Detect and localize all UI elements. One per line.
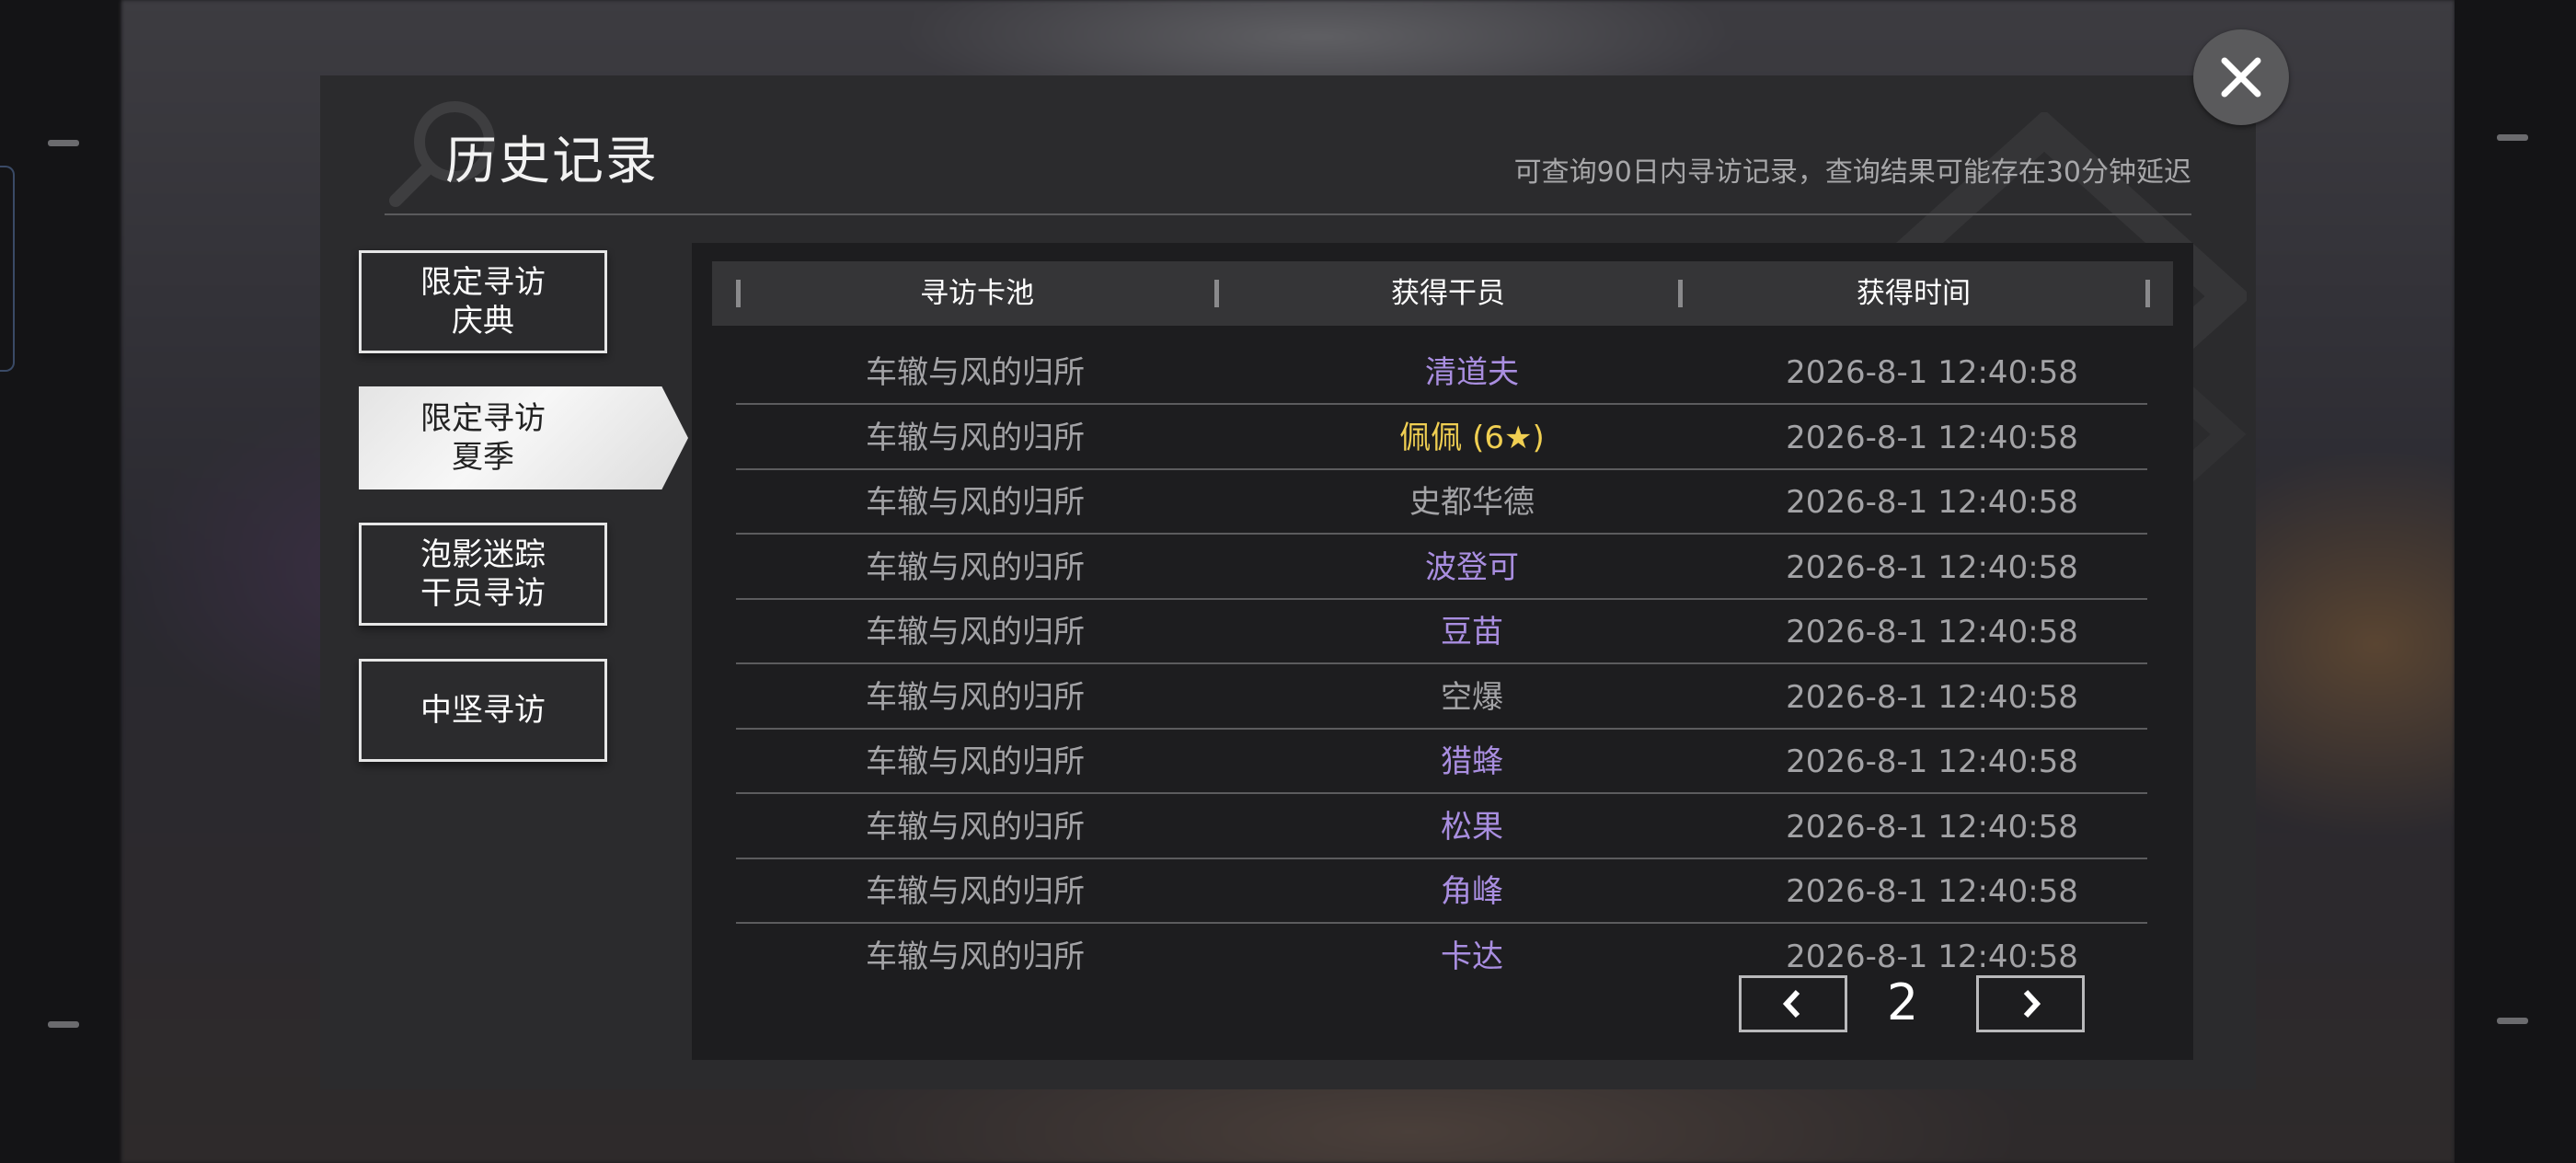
dialog-title: 历史记录 — [445, 132, 659, 191]
next-page-button[interactable] — [1976, 975, 2085, 1032]
table-row: 车辙与风的归所 波登可 2026-8-1 12:40:58 — [736, 535, 2147, 600]
chevron-left-icon — [1782, 989, 1800, 1019]
chevron-right-icon — [2023, 989, 2041, 1019]
cell-operator: 清道夫 — [1425, 354, 1519, 391]
cell-pool: 车辙与风的归所 — [866, 938, 1085, 975]
left-edge-notch — [0, 166, 15, 372]
table-row: 车辙与风的归所 松果 2026-8-1 12:40:58 — [736, 795, 2147, 859]
table-row: 车辙与风的归所 清道夫 2026-8-1 12:40:58 — [736, 340, 2147, 405]
cell-pool: 车辙与风的归所 — [866, 678, 1085, 716]
records-panel: 寻访卡池 获得干员 获得时间 车辙与风的归所 清道夫 2026-8-1 12:40:… — [692, 243, 2193, 1060]
cell-time: 2026-8-1 12:40:58 — [1786, 808, 2078, 846]
table-row: 车辙与风的归所 史都华德 2026-8-1 12:40:58 — [736, 470, 2147, 535]
tab-label: 限定寻访 — [420, 264, 546, 301]
tab-label: 泡影迷踪 — [420, 536, 546, 573]
cell-pool: 车辙与风的归所 — [866, 548, 1085, 586]
cell-operator: 卡达 — [1441, 938, 1503, 975]
table-header: 寻访卡池 获得干员 获得时间 — [712, 261, 2173, 326]
header-operator: 获得干员 — [1391, 277, 1505, 310]
table-row: 车辙与风的归所 空爆 2026-8-1 12:40:58 — [736, 665, 2147, 730]
cell-operator: 史都华德 — [1409, 484, 1535, 521]
cell-operator: 豆苗 — [1441, 614, 1503, 651]
tab-label: 夏季 — [452, 439, 514, 476]
cell-operator: 松果 — [1441, 808, 1503, 846]
tab-label: 限定寻访 — [420, 400, 546, 437]
cell-time: 2026-8-1 12:40:58 — [1786, 678, 2078, 716]
cell-operator: 空爆 — [1441, 678, 1503, 716]
header-pool: 寻访卡池 — [920, 277, 1034, 310]
tab-limited-celebration[interactable]: 限定寻访 庆典 — [359, 250, 607, 353]
edge-tick — [2497, 1018, 2528, 1024]
cell-pool: 车辙与风的归所 — [866, 354, 1085, 391]
table-row: 车辙与风的归所 佩佩 (6★) 2026-8-1 12:40:58 — [736, 406, 2147, 470]
tab-limited-summer[interactable]: 限定寻访 夏季 — [359, 386, 688, 489]
tab-label: 庆典 — [452, 303, 514, 340]
close-icon — [2221, 57, 2261, 98]
background-left-frame — [0, 0, 121, 1163]
title-divider — [385, 213, 2191, 215]
cell-pool: 车辙与风的归所 — [866, 873, 1085, 910]
tab-bubble-operator[interactable]: 泡影迷踪 干员寻访 — [359, 523, 607, 626]
cell-time: 2026-8-1 12:40:58 — [1786, 484, 2078, 521]
edge-tick — [2497, 134, 2528, 141]
header-time: 获得时间 — [1857, 277, 1971, 310]
cell-time: 2026-8-1 12:40:58 — [1786, 354, 2078, 391]
cell-pool: 车辙与风的归所 — [866, 614, 1085, 651]
cell-operator: 角峰 — [1441, 873, 1503, 910]
cell-operator: 猎蜂 — [1441, 743, 1503, 780]
cell-pool: 车辙与风的归所 — [866, 484, 1085, 521]
edge-tick — [48, 1021, 79, 1028]
cell-time: 2026-8-1 12:40:58 — [1786, 614, 2078, 651]
table-row: 车辙与风的归所 角峰 2026-8-1 12:40:58 — [736, 859, 2147, 924]
tab-label: 干员寻访 — [420, 575, 546, 612]
prev-page-button[interactable] — [1739, 975, 1847, 1032]
tab-label: 中坚寻访 — [420, 692, 546, 729]
cell-time: 2026-8-1 12:40:58 — [1786, 873, 2078, 910]
cell-time: 2026-8-1 12:40:58 — [1786, 419, 2078, 456]
cell-time: 2026-8-1 12:40:58 — [1786, 548, 2078, 586]
cell-operator: 佩佩 (6★) — [1399, 419, 1545, 456]
cell-pool: 车辙与风的归所 — [866, 743, 1085, 780]
cell-time: 2026-8-1 12:40:58 — [1786, 743, 2078, 780]
tab-standard[interactable]: 中坚寻访 — [359, 659, 607, 762]
background-right-frame — [2455, 0, 2576, 1163]
history-dialog: 历史记录 可查询90日内寻访记录，查询结果可能存在30分钟延迟 限定寻访 庆典 … — [320, 75, 2256, 1089]
table-row: 车辙与风的归所 猎蜂 2026-8-1 12:40:58 — [736, 730, 2147, 794]
table-row: 车辙与风的归所 豆苗 2026-8-1 12:40:58 — [736, 600, 2147, 664]
cell-operator: 波登可 — [1425, 548, 1519, 586]
cell-pool: 车辙与风的归所 — [866, 419, 1085, 456]
edge-tick — [48, 140, 79, 146]
dialog-subtitle: 可查询90日内寻访记录，查询结果可能存在30分钟延迟 — [1513, 156, 2191, 189]
pager: 2 — [1739, 973, 2107, 1034]
current-page-number: 2 — [1886, 973, 1919, 1031]
cell-pool: 车辙与风的归所 — [866, 808, 1085, 846]
header-separator — [2145, 280, 2150, 307]
close-button[interactable] — [2193, 29, 2289, 125]
